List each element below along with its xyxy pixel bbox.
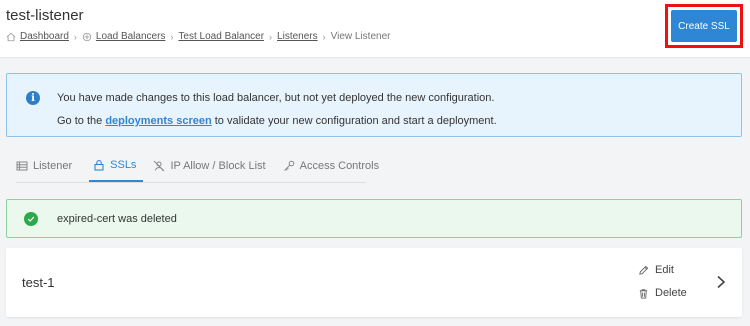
breadcrumb-separator: › [269,31,273,42]
breadcrumb-separator: › [170,31,174,42]
success-alert: expired-cert was deleted [6,199,742,238]
breadcrumb-listeners[interactable]: Listeners [277,31,318,42]
info-alert-prefix: Go to the [57,115,106,127]
delete-button[interactable]: Delete [638,287,687,299]
key-icon [283,160,294,171]
breadcrumb-load-balancers[interactable]: Load Balancers [96,31,166,42]
load-balancer-icon [82,32,92,42]
pencil-icon [639,265,649,275]
tab-label: Access Controls [299,160,380,172]
lock-icon [94,160,104,171]
delete-label: Delete [655,287,687,299]
home-icon [6,32,16,42]
deployments-screen-link[interactable]: deployments screen [105,115,211,127]
breadcrumb: Dashboard › Load Balancers › Test Load B… [6,31,390,42]
tab-listener[interactable]: Listener [16,158,79,182]
tab-label: SSLs [110,159,137,171]
info-icon: i [26,91,40,105]
edit-label: Edit [655,264,674,276]
tab-divider [16,182,366,183]
check-icon [24,212,38,226]
ssl-list-item[interactable]: test-1 Edit Delete [6,248,742,317]
breadcrumb-dashboard[interactable]: Dashboard [20,31,69,42]
success-message: expired-cert was deleted [57,213,177,225]
user-slash-icon [154,160,165,172]
info-alert: i You have made changes to this load bal… [6,73,742,137]
tab-access-controls[interactable]: Access Controls [283,158,386,182]
tab-ssls[interactable]: SSLs [89,158,144,182]
breadcrumb-current: View Listener [330,31,391,42]
breadcrumb-separator: › [73,31,77,42]
info-alert-line1: You have made changes to this load balan… [57,92,495,104]
ssl-name: test-1 [22,275,55,290]
create-ssl-button[interactable]: Create SSL [671,10,737,42]
page-header: test-listener Dashboard › Load Balancers… [0,0,750,58]
edit-button[interactable]: Edit [638,264,674,276]
tab-bar: Listener SSLs IP Allow / Block List Acce… [16,158,396,182]
info-alert-suffix: to validate your new configuration and s… [211,115,497,127]
page-title: test-listener [6,7,84,24]
tab-label: IP Allow / Block List [170,160,266,172]
chevron-right-icon[interactable] [714,274,728,290]
tab-ip-allow-block[interactable]: IP Allow / Block List [153,158,272,182]
list-icon [16,161,28,171]
info-alert-line2: Go to the deployments screen to validate… [57,115,497,127]
breadcrumb-load-balancer[interactable]: Test Load Balancer [178,31,264,42]
trash-icon [639,288,648,299]
breadcrumb-separator: › [322,31,326,42]
tab-label: Listener [33,160,73,172]
